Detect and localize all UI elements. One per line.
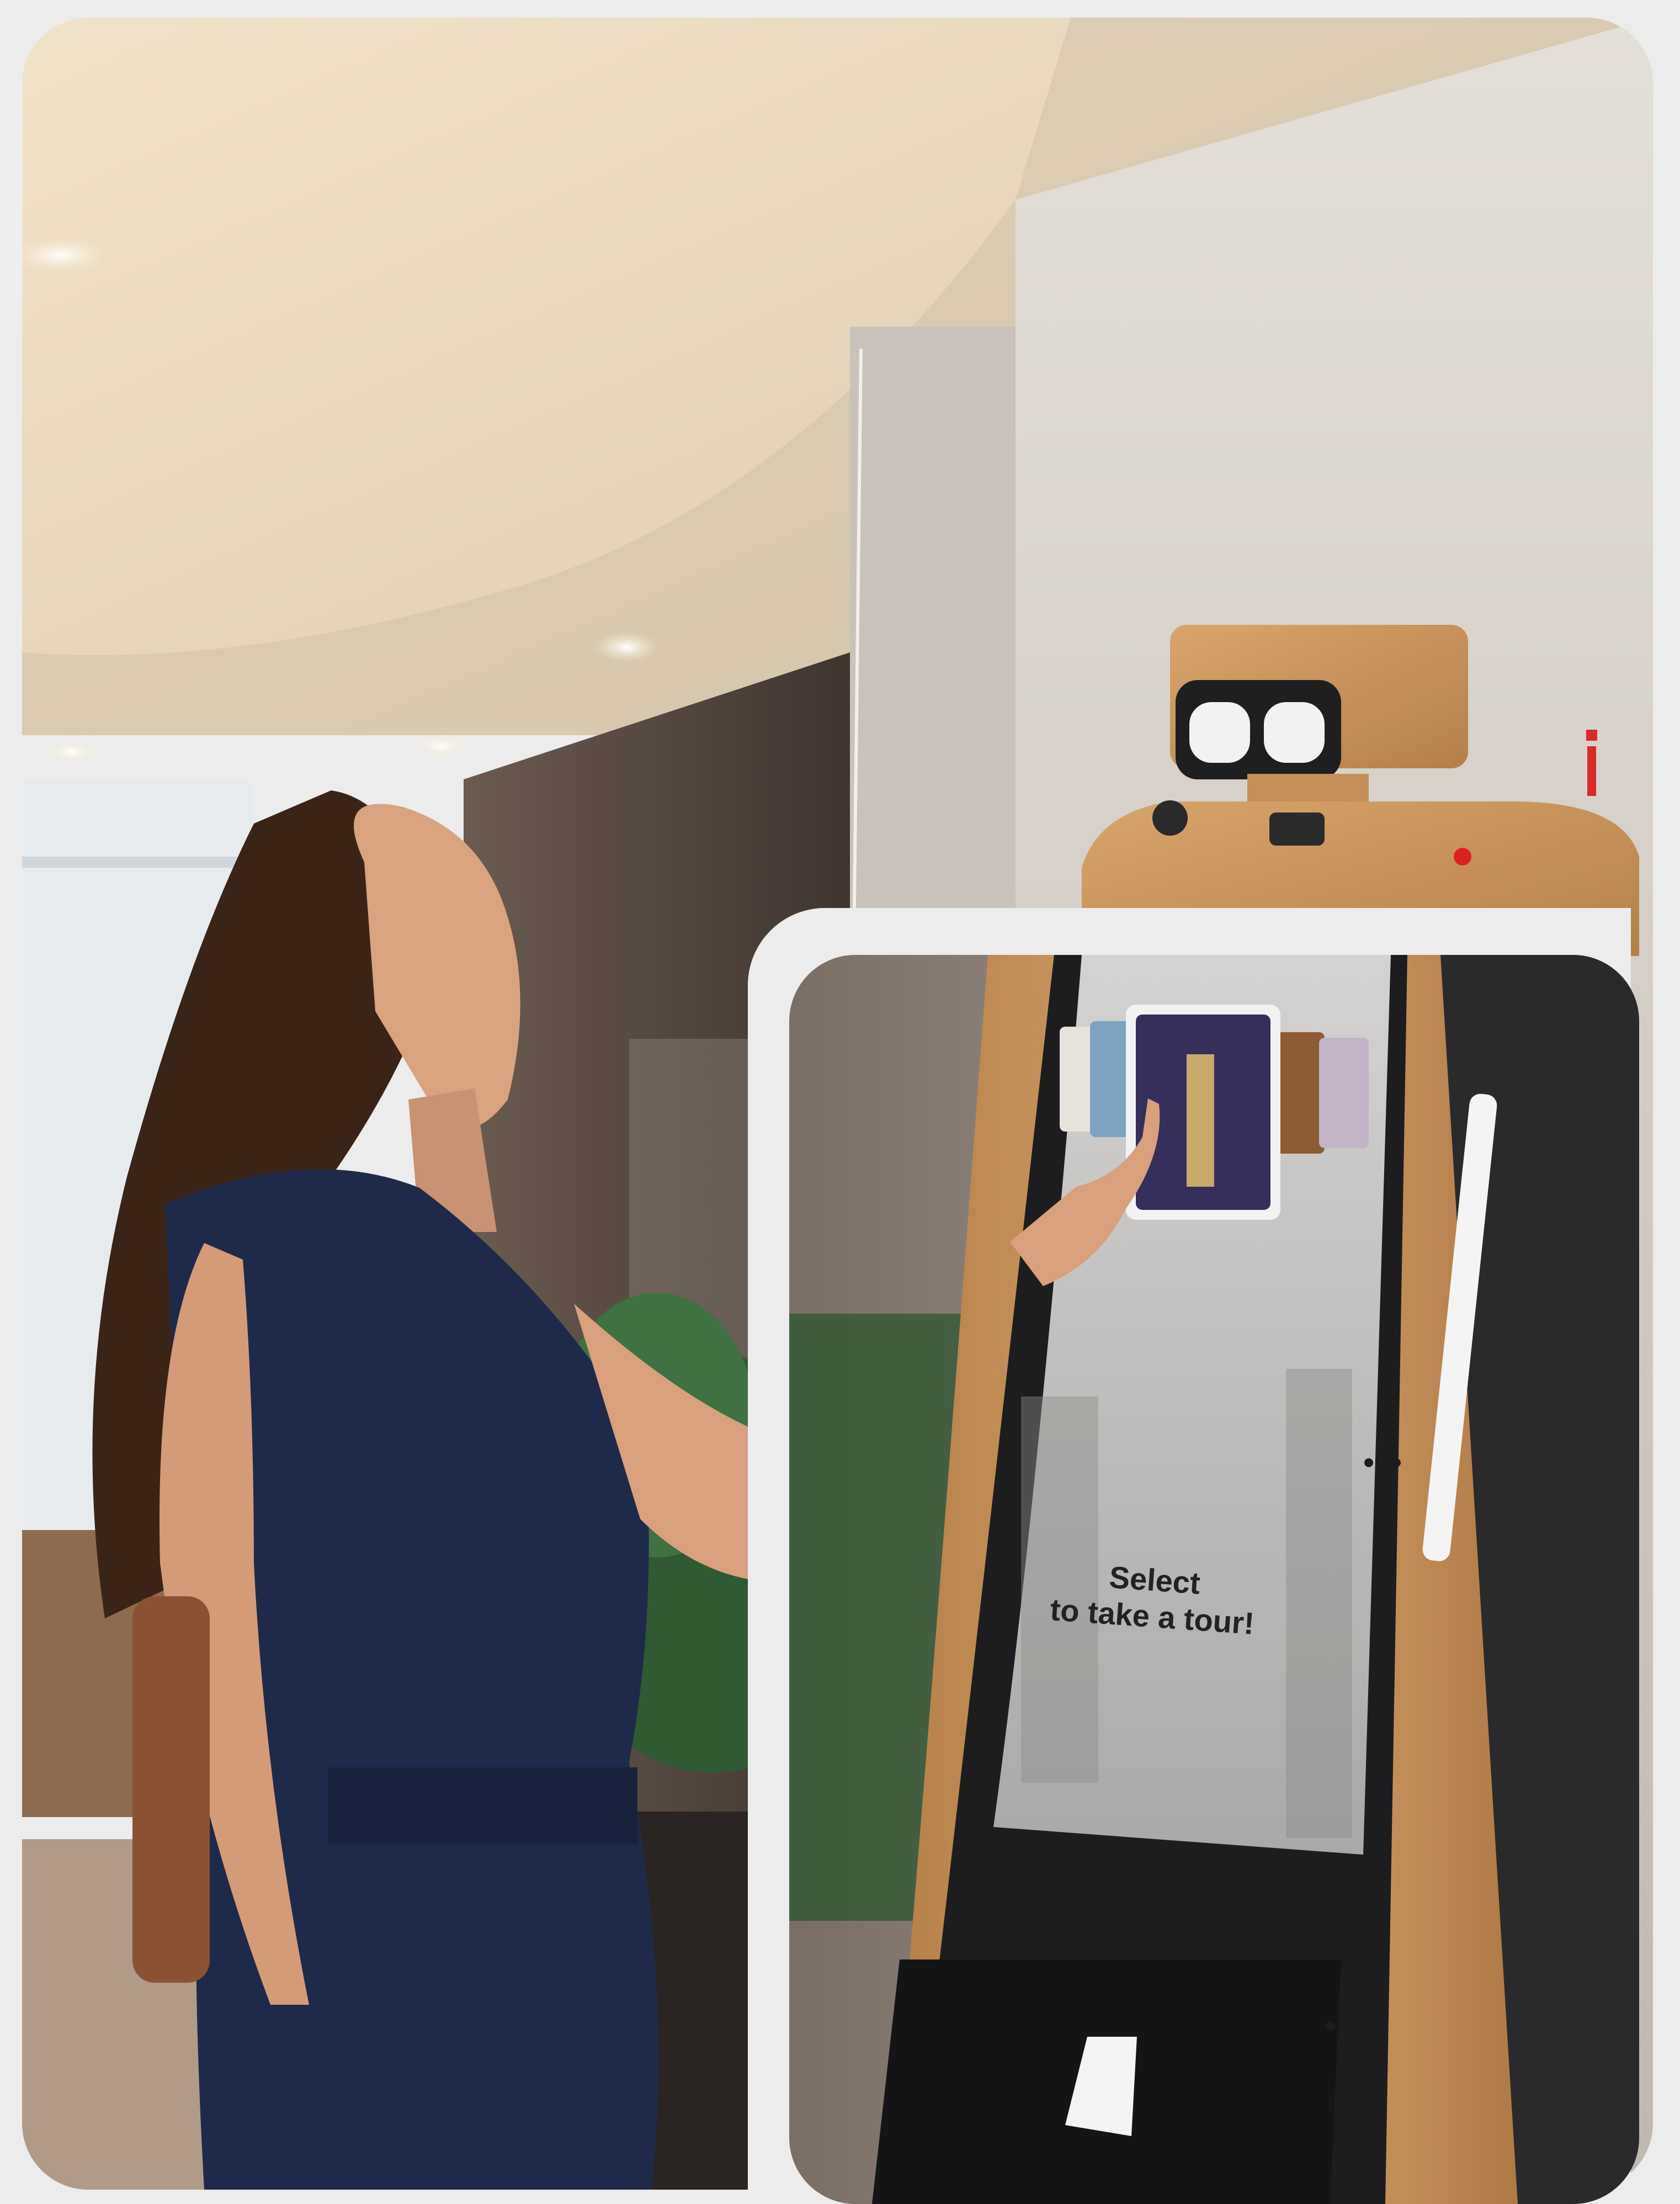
red-dot-icon <box>1454 848 1471 865</box>
info-icon <box>1586 730 1597 796</box>
